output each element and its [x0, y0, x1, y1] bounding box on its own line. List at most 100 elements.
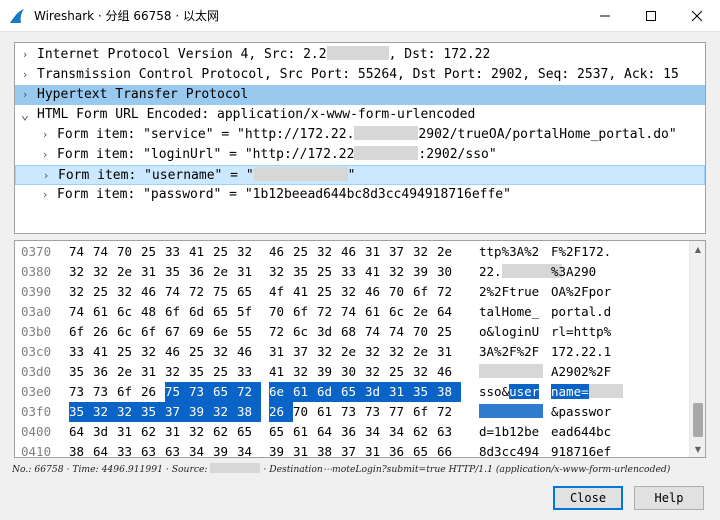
hex-byte[interactable]: 74 [69, 242, 93, 262]
hex-row[interactable]: 03e0 73 73 6f 26 75 73 65 72 6e 61 6d 65 3d 31 35 38 sso&… [15, 382, 691, 402]
hex-byte[interactable]: 64 [317, 422, 341, 442]
chevron-right-icon[interactable]: › [39, 125, 51, 145]
hex-byte[interactable]: 31 [437, 342, 461, 362]
hex-byte[interactable]: 74 [389, 322, 413, 342]
hex-byte[interactable]: 38 [317, 442, 341, 457]
hex-byte[interactable]: 31 [141, 262, 165, 282]
packet-details-tree[interactable]: › Internet Protocol Version 4, Src: 2.2, … [14, 42, 706, 234]
hex-byte[interactable]: 32 [365, 342, 389, 362]
hex-byte[interactable]: 34 [237, 442, 261, 457]
hex-byte[interactable]: 38 [237, 402, 261, 422]
hex-byte[interactable]: 6e [213, 322, 237, 342]
hex-byte[interactable]: 38 [69, 442, 93, 457]
hex-byte[interactable]: 61 [293, 382, 317, 402]
hex-byte[interactable]: 75 [165, 382, 189, 402]
hex-byte[interactable]: 32 [69, 262, 93, 282]
hex-row[interactable]: 03a0 74 61 6c 48 6f 6d 65 5f 70 6f 72 74 61 6c 2e 64 talH… [15, 302, 691, 322]
hex-byte[interactable]: 72 [189, 282, 213, 302]
hex-byte[interactable]: 6c [117, 302, 141, 322]
tree-item[interactable]: › Form item: "service" = "http://172.22. 2… [15, 125, 705, 145]
hex-byte[interactable]: 73 [189, 382, 213, 402]
hex-byte[interactable]: 6f [165, 302, 189, 322]
hex-byte[interactable]: 63 [437, 422, 461, 442]
hex-byte[interactable]: 73 [365, 402, 389, 422]
hex-byte[interactable]: 34 [189, 442, 213, 457]
hex-byte[interactable]: 65 [269, 422, 293, 442]
hex-byte[interactable]: 2e [117, 262, 141, 282]
hex-byte[interactable]: 62 [213, 422, 237, 442]
hex-byte[interactable]: 73 [341, 402, 365, 422]
tree-item[interactable]: › Form item: "password" = "1b12beead644bc… [15, 185, 705, 205]
hex-byte[interactable]: 26 [269, 402, 293, 422]
hex-byte[interactable]: 2e [413, 342, 437, 362]
hex-byte[interactable]: 46 [141, 282, 165, 302]
vertical-scrollbar[interactable]: ▲ ▼ [689, 241, 705, 457]
hex-byte[interactable]: 6f [413, 402, 437, 422]
hex-byte[interactable]: 65 [237, 282, 261, 302]
hex-byte[interactable]: 26 [93, 322, 117, 342]
hex-byte[interactable]: 46 [437, 362, 461, 382]
hex-byte[interactable]: 68 [341, 322, 365, 342]
hex-byte[interactable]: 46 [365, 282, 389, 302]
scroll-up-icon[interactable]: ▲ [690, 241, 705, 257]
hex-byte[interactable]: 2e [117, 362, 141, 382]
hex-byte[interactable]: 70 [269, 302, 293, 322]
close-button[interactable]: Close [553, 486, 623, 510]
hex-byte[interactable]: 32 [413, 362, 437, 382]
hex-byte[interactable]: 36 [93, 362, 117, 382]
hex-byte[interactable]: 73 [69, 382, 93, 402]
chevron-right-icon[interactable]: › [40, 166, 52, 186]
tree-item[interactable]: › Form item: "username" = " " [15, 165, 705, 185]
hex-byte[interactable]: 41 [365, 262, 389, 282]
tree-item[interactable]: ⌄ HTML Form URL Encoded: application/x-ww… [15, 105, 705, 125]
hex-byte[interactable]: 37 [165, 402, 189, 422]
hex-byte[interactable]: 6f [69, 322, 93, 342]
hex-byte[interactable]: 25 [317, 262, 341, 282]
hex-byte[interactable]: 46 [165, 342, 189, 362]
hex-byte[interactable]: 35 [69, 362, 93, 382]
hex-byte[interactable]: 31 [365, 242, 389, 262]
hex-byte[interactable]: 34 [389, 422, 413, 442]
hex-byte[interactable]: 6f [413, 282, 437, 302]
hex-row[interactable]: 0380 32 32 2e 31 35 36 2e 31 32 35 25 33 41 32 39 30 22.%… [15, 262, 691, 282]
hex-byte[interactable]: 61 [293, 422, 317, 442]
hex-byte[interactable]: 32 [365, 362, 389, 382]
hex-byte[interactable]: 61 [93, 302, 117, 322]
hex-byte[interactable]: 6c [389, 302, 413, 322]
hex-byte[interactable]: 35 [141, 402, 165, 422]
hex-byte[interactable]: 70 [117, 242, 141, 262]
hex-byte[interactable]: 72 [317, 302, 341, 322]
hex-byte[interactable]: 31 [389, 382, 413, 402]
chevron-right-icon[interactable]: › [19, 65, 31, 85]
hex-byte[interactable]: 75 [213, 282, 237, 302]
hex-row[interactable]: 0370 74 74 70 25 33 41 25 32 46 25 32 46 31 37 32 2e ttp%… [15, 242, 691, 262]
help-button[interactable]: Help [634, 486, 704, 510]
hex-byte[interactable]: 39 [317, 362, 341, 382]
hex-byte[interactable]: 25 [317, 282, 341, 302]
hex-byte[interactable]: 32 [117, 282, 141, 302]
hex-byte[interactable]: 32 [189, 422, 213, 442]
hex-byte[interactable]: 65 [341, 382, 365, 402]
hex-byte[interactable]: 33 [117, 442, 141, 457]
hex-byte[interactable]: 32 [213, 342, 237, 362]
hex-byte[interactable]: 25 [117, 342, 141, 362]
hex-byte[interactable]: 31 [141, 362, 165, 382]
hex-byte[interactable]: 35 [165, 262, 189, 282]
hex-byte[interactable]: 6f [141, 322, 165, 342]
hex-byte[interactable]: 73 [93, 382, 117, 402]
hex-byte[interactable]: 32 [317, 242, 341, 262]
packet-bytes-pane[interactable]: ▲ ▼ 0370 74 74 70 25 33 41 25 32 46 25 32 46 31 37 32 2e… [14, 240, 706, 458]
hex-byte[interactable]: 41 [189, 242, 213, 262]
hex-byte[interactable]: 33 [237, 362, 261, 382]
hex-byte[interactable]: 61 [317, 402, 341, 422]
hex-byte[interactable]: 39 [413, 262, 437, 282]
hex-byte[interactable]: 36 [189, 262, 213, 282]
hex-byte[interactable]: 2e [437, 242, 461, 262]
hex-byte[interactable]: 66 [437, 442, 461, 457]
hex-row[interactable]: 0390 32 25 32 46 74 72 75 65 4f 41 25 32 46 70 6f 72 2%2F… [15, 282, 691, 302]
hex-byte[interactable]: 31 [293, 442, 317, 457]
hex-byte[interactable]: 74 [69, 302, 93, 322]
hex-byte[interactable]: 32 [141, 342, 165, 362]
hex-byte[interactable]: 70 [413, 322, 437, 342]
hex-byte[interactable]: 72 [269, 322, 293, 342]
